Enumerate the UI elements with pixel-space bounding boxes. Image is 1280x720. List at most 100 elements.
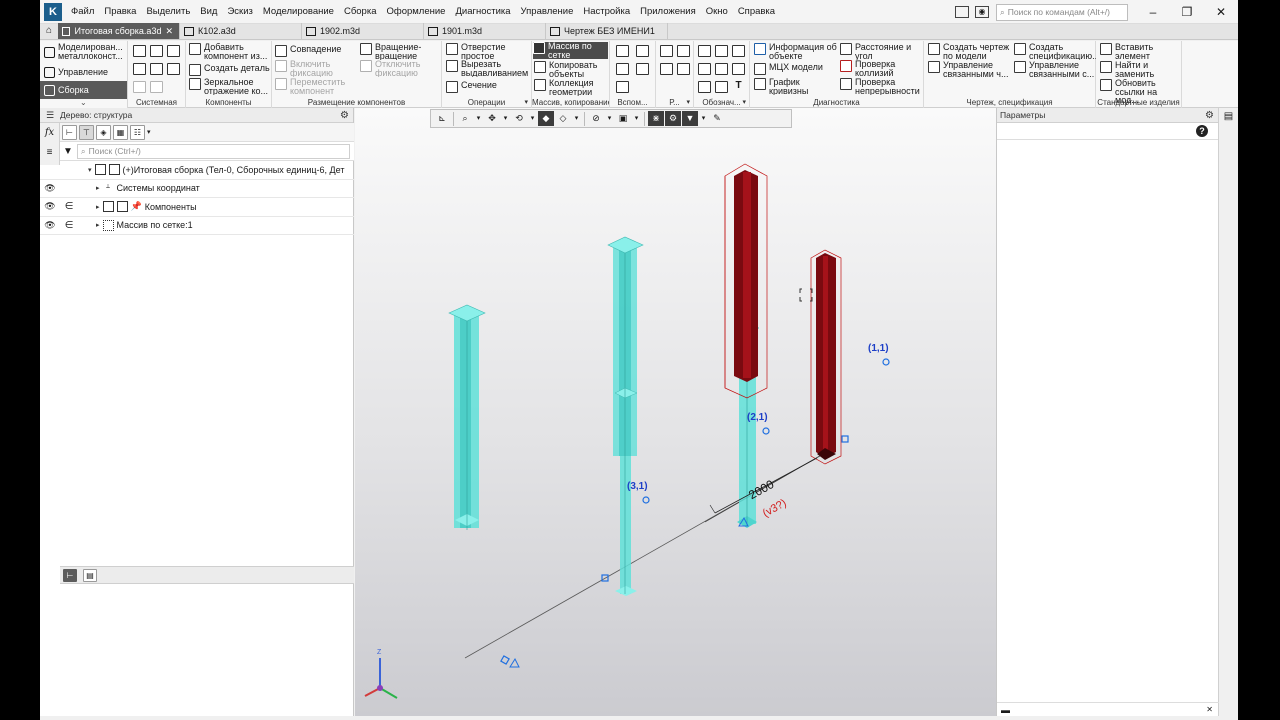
- collision-check-button[interactable]: Проверка коллизий: [840, 60, 924, 77]
- hide-icon[interactable]: ⊘: [588, 111, 604, 126]
- menu-formatting[interactable]: Оформление: [382, 0, 451, 24]
- create-part-button[interactable]: Создать деталь: [189, 64, 271, 76]
- shaded-view-icon[interactable]: ◆: [538, 111, 554, 126]
- rotate-icon[interactable]: ⟲: [511, 111, 527, 126]
- enable-fix-button[interactable]: Включить фиксацию: [275, 60, 355, 77]
- leader-icon[interactable]: [698, 81, 711, 93]
- filter-icon[interactable]: ▼: [63, 146, 73, 157]
- menu-help[interactable]: Справка: [733, 0, 780, 24]
- menu-edit[interactable]: Правка: [99, 0, 141, 24]
- move-component-button[interactable]: Переместить компонент: [275, 78, 355, 95]
- eye-icon[interactable]: 👁: [44, 220, 56, 231]
- origin-marker[interactable]: [509, 657, 520, 668]
- chevron-down-icon[interactable]: ▾: [605, 111, 614, 126]
- tree-row-coordinate-systems[interactable]: 👁 ▸ ⟂ Системы координат: [40, 180, 354, 198]
- mcx-button[interactable]: МЦХ модели: [754, 63, 838, 75]
- mode-metal-structures[interactable]: Моделирован... металлоконст...: [40, 41, 127, 63]
- curvature-button[interactable]: График кривизны: [754, 78, 838, 95]
- tab-1901[interactable]: 1901.m3d: [424, 23, 546, 39]
- chevron-down-icon[interactable]: ▾: [742, 97, 746, 108]
- camera-icon[interactable]: [660, 45, 673, 57]
- copy-objects-button[interactable]: Копировать объекты: [534, 61, 609, 78]
- section-button[interactable]: Сечение: [446, 81, 530, 93]
- properties-icon[interactable]: [167, 63, 180, 75]
- object-info-button[interactable]: Информация об объекте: [754, 43, 838, 60]
- disable-fix-button[interactable]: Отключить фиксацию: [360, 60, 440, 77]
- plane-icon[interactable]: [616, 45, 629, 57]
- preview-icon[interactable]: [150, 63, 163, 75]
- chevron-right-icon[interactable]: ▸: [96, 184, 100, 192]
- tree-hierarchy-icon[interactable]: ⊤: [79, 124, 94, 140]
- menu-diagnostics[interactable]: Диагностика: [450, 0, 515, 24]
- redo-icon[interactable]: [150, 81, 163, 93]
- eye-icon[interactable]: 👁: [44, 183, 56, 194]
- orientation-icon[interactable]: ⊾: [434, 111, 450, 126]
- function-icon[interactable]: fx: [40, 123, 59, 143]
- layers-icon[interactable]: [677, 45, 690, 57]
- chevron-right-icon[interactable]: ▸: [96, 221, 100, 229]
- extrude-cut-button[interactable]: Вырезать выдавливанием: [446, 60, 530, 77]
- constraints-icon[interactable]: ⚙: [665, 111, 681, 126]
- coincidence-button[interactable]: Совпадение: [275, 45, 355, 57]
- grid-point-marker[interactable]: [882, 358, 890, 366]
- panel-list-icon[interactable]: ☰: [40, 110, 60, 121]
- chevron-down-icon[interactable]: ⌄: [80, 98, 87, 107]
- camera-icon[interactable]: ◉: [975, 6, 989, 18]
- menu-file[interactable]: Файл: [66, 0, 99, 24]
- grid-handle[interactable]: [500, 655, 510, 665]
- include-icon[interactable]: ∈: [64, 201, 74, 212]
- new-file-icon[interactable]: [133, 45, 146, 57]
- tree-row-root[interactable]: ▾ (+)Итоговая сборка (Тел-0, Сборочных е…: [40, 161, 354, 180]
- tab-drawing[interactable]: Чертеж БЕЗ ИМЕНИ1: [546, 23, 668, 39]
- tree-row-grid-array[interactable]: 👁 ∈ ▸ Массив по сетке:1: [40, 217, 354, 235]
- tab-final-assembly[interactable]: Итоговая сборка.a3d ✕: [58, 23, 180, 39]
- pan-icon[interactable]: ✥: [484, 111, 500, 126]
- restore-button[interactable]: ❐: [1170, 0, 1204, 24]
- manage-linked-drawings-button[interactable]: Управление связанными ч...: [928, 61, 1012, 78]
- menu-applications[interactable]: Приложения: [635, 0, 701, 24]
- message-icon[interactable]: ▬: [1001, 705, 1010, 715]
- chevron-down-icon[interactable]: ▾: [572, 111, 581, 126]
- tab-1902[interactable]: 1902.m3d: [302, 23, 424, 39]
- create-drawing-button[interactable]: Создать чертеж по модели: [928, 43, 1012, 60]
- home-icon[interactable]: ⌂: [40, 23, 58, 39]
- properties-panel-icon[interactable]: ▤: [1219, 111, 1238, 122]
- chevron-right-icon[interactable]: ▸: [96, 203, 100, 211]
- tab-k102[interactable]: К102.a3d: [180, 23, 302, 39]
- minimize-button[interactable]: –: [1136, 0, 1170, 24]
- help-icon[interactable]: ?: [1196, 125, 1208, 137]
- menu-management[interactable]: Управление: [516, 0, 579, 24]
- axis-icon[interactable]: [636, 45, 649, 57]
- save-icon[interactable]: [167, 45, 180, 57]
- diameter-icon[interactable]: [715, 45, 728, 57]
- text-icon[interactable]: T: [732, 81, 745, 93]
- wireframe-icon[interactable]: ◇: [555, 111, 571, 126]
- menu-view[interactable]: Вид: [195, 0, 222, 24]
- eye-icon[interactable]: 👁: [44, 201, 56, 212]
- menu-modeling[interactable]: Моделирование: [258, 0, 339, 24]
- insert-element-button[interactable]: Вставить элемент: [1100, 43, 1182, 60]
- eye-icon[interactable]: [660, 63, 673, 75]
- roughness-icon[interactable]: [732, 63, 745, 75]
- chevron-down-icon[interactable]: ▾: [524, 97, 528, 108]
- chevron-down-icon[interactable]: ▾: [474, 111, 483, 126]
- pencil-icon[interactable]: [698, 45, 711, 57]
- chevron-down-icon[interactable]: ▾: [632, 111, 641, 126]
- menu-window[interactable]: Окно: [701, 0, 733, 24]
- tree-filter-icon[interactable]: ☷: [130, 124, 145, 140]
- angle-icon[interactable]: [715, 63, 728, 75]
- table-tab-icon[interactable]: ▤: [83, 568, 97, 582]
- measure-icon[interactable]: ✎: [709, 111, 725, 126]
- tree-structure-icon[interactable]: ⊢: [62, 124, 77, 140]
- create-spec-button[interactable]: Создать спецификацию...: [1014, 43, 1096, 60]
- grid-point-marker[interactable]: [762, 427, 770, 435]
- include-icon[interactable]: ∈: [64, 220, 74, 231]
- manage-linked-spec-button[interactable]: Управление связанными с...: [1014, 61, 1096, 78]
- thread-icon[interactable]: [732, 45, 745, 57]
- continuity-check-button[interactable]: Проверка непрерывности: [840, 78, 924, 95]
- grid-handle[interactable]: [841, 435, 849, 443]
- command-search-input[interactable]: ⌕ Поиск по командам (Alt+/): [996, 3, 1128, 21]
- menu-icon[interactable]: ≡: [40, 143, 59, 163]
- close-button[interactable]: ✕: [1204, 0, 1238, 24]
- filter-icon[interactable]: ▼: [682, 111, 698, 126]
